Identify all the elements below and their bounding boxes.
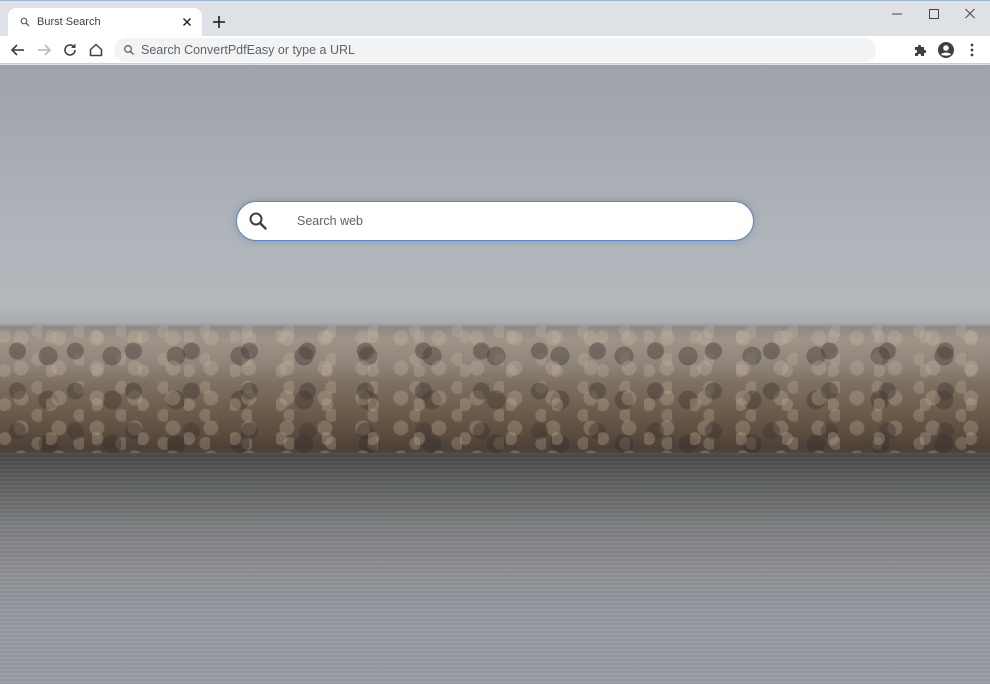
window-close-button[interactable] <box>960 5 980 23</box>
back-button[interactable] <box>8 40 28 60</box>
web-search-input[interactable] <box>297 210 737 232</box>
search-icon <box>124 45 134 55</box>
web-search-box[interactable] <box>236 201 754 241</box>
more-vert-icon <box>970 43 974 57</box>
tab-title: Burst Search <box>37 16 101 28</box>
rock-shoreline-image <box>0 323 990 453</box>
home-button[interactable] <box>86 40 106 60</box>
extensions-button[interactable] <box>910 40 930 60</box>
minimize-icon <box>892 13 902 15</box>
tab-strip: Burst Search <box>0 0 990 37</box>
profile-button[interactable] <box>936 40 956 60</box>
close-icon <box>183 18 191 26</box>
search-icon <box>20 17 30 27</box>
search-icon[interactable] <box>248 211 268 231</box>
plus-icon <box>213 16 225 28</box>
home-icon <box>89 43 103 57</box>
address-bar-placeholder: Search ConvertPdfEasy or type a URL <box>141 43 355 57</box>
minimize-button[interactable] <box>887 5 907 23</box>
maximize-icon <box>929 9 939 19</box>
browser-toolbar: Search ConvertPdfEasy or type a URL <box>0 36 990 64</box>
address-bar[interactable]: Search ConvertPdfEasy or type a URL <box>114 38 876 62</box>
arrow-right-icon <box>38 44 52 56</box>
account-circle-icon <box>938 42 954 58</box>
menu-button[interactable] <box>962 40 982 60</box>
water-image <box>0 453 990 684</box>
tab-burst-search[interactable]: Burst Search <box>8 8 202 37</box>
page-background <box>0 65 990 684</box>
puzzle-icon <box>915 44 927 56</box>
arrow-left-icon <box>10 44 24 56</box>
new-tab-button[interactable] <box>210 13 228 31</box>
maximize-button[interactable] <box>924 5 944 23</box>
tab-close-button[interactable] <box>179 14 195 30</box>
reload-icon <box>64 43 76 56</box>
close-icon <box>965 8 975 19</box>
forward-button[interactable] <box>34 40 54 60</box>
reload-button[interactable] <box>60 40 80 60</box>
